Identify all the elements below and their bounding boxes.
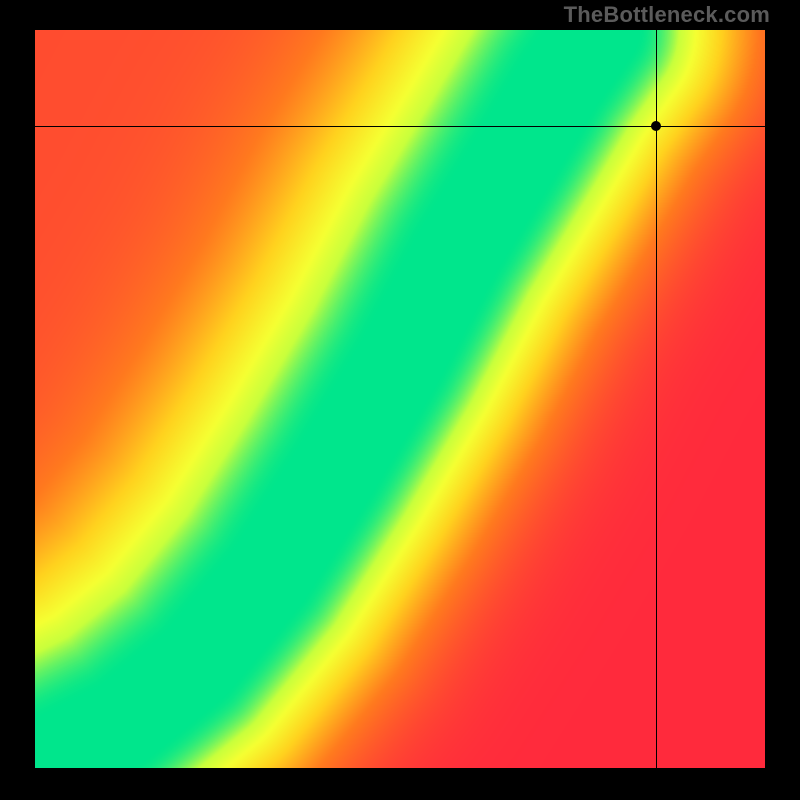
watermark-text: TheBottleneck.com [564, 2, 770, 28]
selection-marker[interactable] [651, 121, 661, 131]
crosshair-vertical [656, 30, 657, 768]
chart-stage: TheBottleneck.com [0, 0, 800, 800]
